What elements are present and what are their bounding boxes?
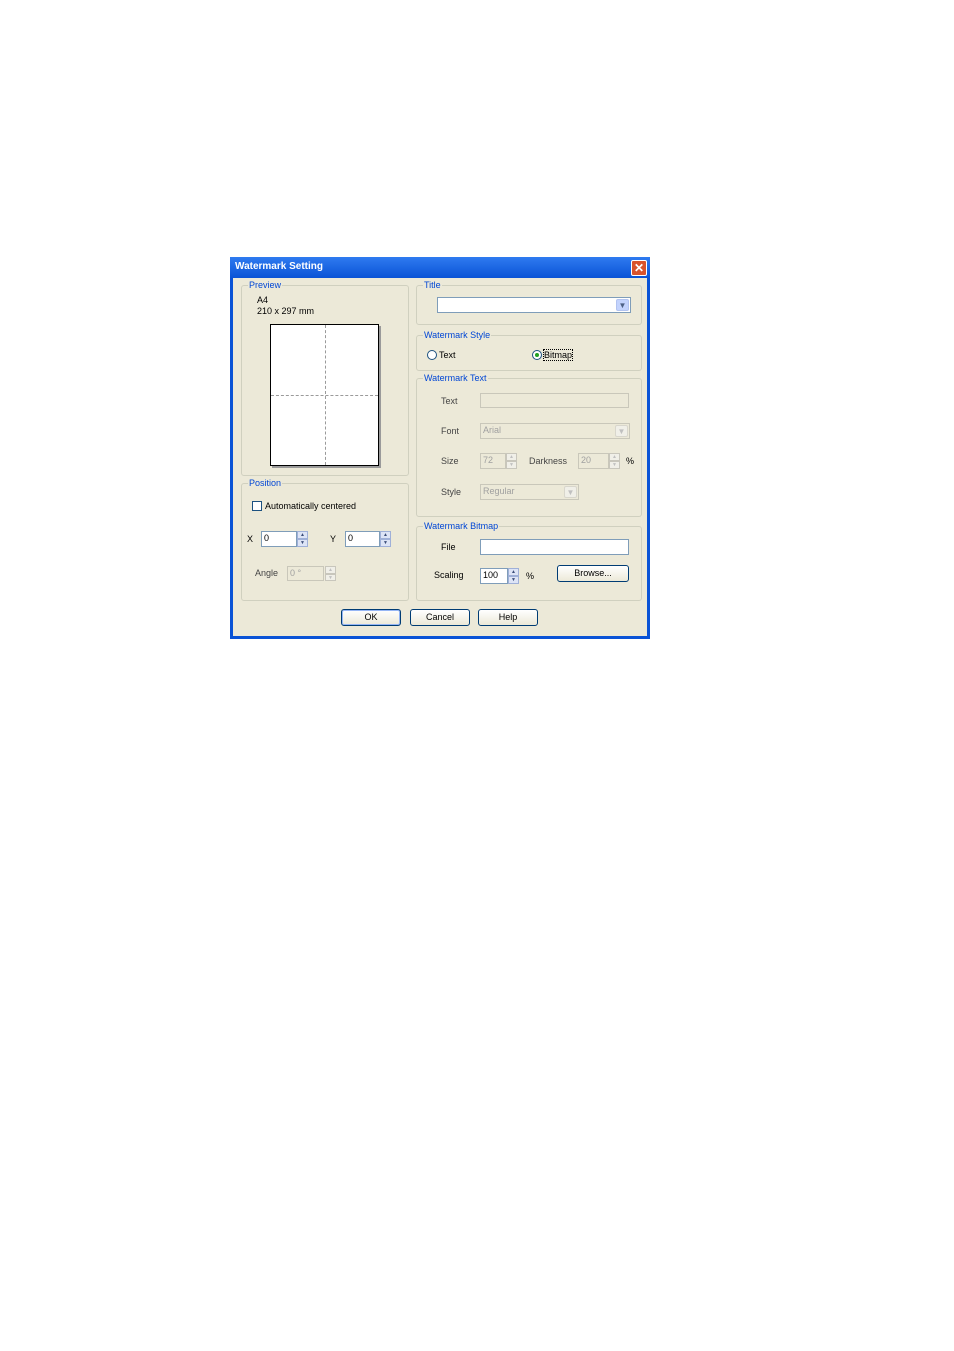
spin-down-icon[interactable]: ▼ (380, 539, 391, 547)
close-icon[interactable]: ✕ (631, 260, 647, 276)
watermark-style-legend: Watermark Style (423, 330, 492, 340)
x-value: 0 (264, 533, 270, 543)
watermark-style-group: Watermark Style Text Bitmap (416, 330, 642, 371)
preview-group: Preview A4 210 x 297 mm (241, 280, 409, 476)
font-value: Arial (483, 425, 502, 435)
browse-button-label: Browse... (574, 568, 612, 578)
style-bitmap-radio[interactable] (532, 350, 542, 360)
spin-up-icon: ▲ (609, 453, 620, 461)
preview-legend: Preview (248, 280, 283, 290)
darkness-label: Darkness (529, 456, 568, 466)
position-group: Position Automatically centered X 0 ▲ ▼ … (241, 478, 409, 601)
spin-down-icon: ▼ (609, 461, 620, 469)
spin-up-icon: ▲ (325, 566, 336, 574)
horizontal-guide (271, 395, 378, 396)
y-label: Y (330, 534, 337, 544)
scaling-unit: % (526, 571, 535, 581)
font-dropdown: Arial ▼ (480, 423, 630, 439)
darkness-value: 20 (581, 455, 592, 465)
file-input[interactable] (480, 539, 629, 555)
angle-spinner: ▲ ▼ (325, 566, 336, 581)
text-input (480, 393, 629, 408)
darkness-input: 20 (578, 453, 609, 469)
scaling-label: Scaling (434, 570, 464, 580)
spin-up-icon: ▲ (506, 453, 517, 461)
preview-paper (270, 324, 379, 466)
style-value: Regular (483, 486, 515, 496)
style-text-radio[interactable] (427, 350, 437, 360)
style-dropdown: Regular ▼ (480, 484, 579, 500)
title-group: Title ▼ (416, 280, 642, 325)
help-button-label: Help (498, 612, 518, 622)
scaling-value: 100 (483, 570, 499, 580)
ok-button-label: OK (364, 612, 378, 622)
spin-up-icon[interactable]: ▲ (297, 531, 308, 539)
spin-down-icon[interactable]: ▼ (508, 576, 519, 584)
x-spinner[interactable]: ▲ ▼ (297, 531, 308, 547)
spin-up-icon[interactable]: ▲ (380, 531, 391, 539)
y-spinner[interactable]: ▲ ▼ (380, 531, 391, 547)
x-label: X (247, 534, 254, 544)
darkness-unit: % (626, 456, 635, 466)
angle-label: Angle (255, 568, 279, 578)
watermark-text-group: Watermark Text Text Font Arial ▼ Size 72… (416, 373, 642, 517)
auto-centered-checkbox[interactable] (252, 501, 262, 511)
title-bar[interactable]: Watermark Setting ✕ (230, 257, 650, 278)
dialog-title: Watermark Setting (235, 261, 323, 272)
auto-centered-label[interactable]: Automatically centered (265, 501, 356, 511)
watermark-bitmap-group: Watermark Bitmap File Scaling 100 ▲ ▼ % … (416, 521, 642, 601)
spin-down-icon[interactable]: ▼ (297, 539, 308, 547)
y-value: 0 (348, 533, 354, 543)
watermark-text-legend: Watermark Text (423, 373, 488, 383)
cancel-button[interactable]: Cancel (410, 609, 470, 626)
watermark-setting-dialog: Watermark Setting ✕ Preview A4 210 x 297… (230, 257, 650, 639)
size-input: 72 (480, 453, 506, 469)
text-label: Text (441, 396, 458, 406)
title-dropdown[interactable]: ▼ (437, 297, 631, 313)
dialog-body: Preview A4 210 x 297 mm Position Automat… (233, 278, 647, 636)
x-input[interactable]: 0 (261, 531, 297, 547)
spin-down-icon: ▼ (506, 461, 517, 469)
style-text-label[interactable]: Text (439, 350, 456, 360)
spin-up-icon[interactable]: ▲ (508, 568, 519, 576)
chevron-down-icon[interactable]: ▼ (616, 299, 629, 311)
position-legend: Position (248, 478, 283, 488)
scaling-input[interactable]: 100 (480, 568, 508, 584)
size-spinner: ▲ ▼ (506, 453, 517, 469)
chevron-down-icon: ▼ (564, 486, 577, 498)
spin-down-icon: ▼ (325, 573, 336, 581)
angle-input: 0 ° (287, 566, 324, 581)
cancel-button-label: Cancel (425, 612, 454, 622)
help-button[interactable]: Help (478, 609, 538, 626)
title-legend: Title (423, 280, 442, 290)
paper-size-label: A4 (257, 295, 269, 305)
y-input[interactable]: 0 (345, 531, 380, 547)
size-label: Size (441, 456, 459, 466)
watermark-bitmap-legend: Watermark Bitmap (423, 521, 500, 531)
radio-selected-dot (535, 353, 539, 357)
style-bitmap-label[interactable]: Bitmap (542, 349, 574, 361)
style-label: Style (441, 487, 462, 497)
font-label: Font (441, 426, 460, 436)
browse-button[interactable]: Browse... (557, 565, 629, 582)
file-label: File (441, 542, 456, 552)
darkness-spinner: ▲ ▼ (609, 453, 620, 469)
angle-value: 0 ° (290, 568, 302, 578)
scaling-spinner[interactable]: ▲ ▼ (508, 568, 519, 584)
chevron-down-icon: ▼ (615, 425, 628, 437)
paper-dimensions-label: 210 x 297 mm (257, 306, 315, 316)
size-value: 72 (483, 455, 494, 465)
ok-button[interactable]: OK (341, 609, 401, 626)
